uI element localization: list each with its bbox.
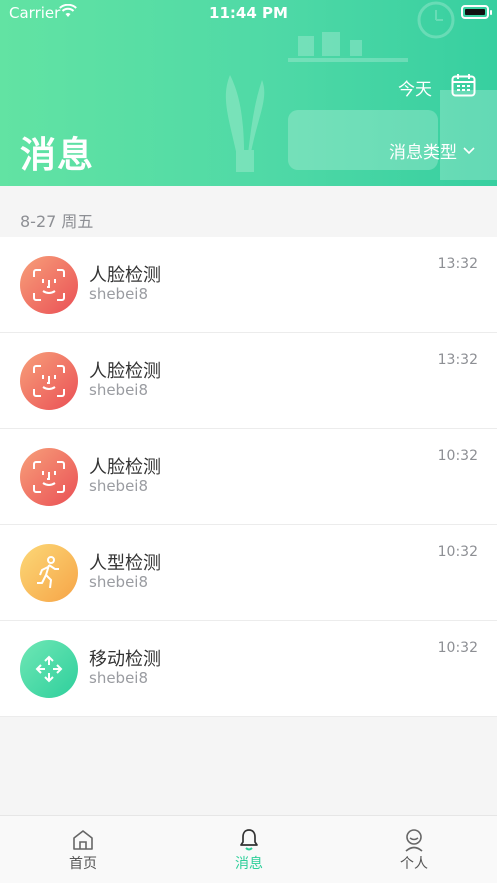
battery-icon <box>461 5 492 19</box>
chevron-down-icon <box>463 146 475 154</box>
tab-home[interactable]: 首页 <box>33 828 133 873</box>
header: Carrier 11:44 PM 今天 消息 消息类型 <box>0 0 497 186</box>
tab-bar: 首页 消息 个人 <box>0 815 497 883</box>
tab-profile[interactable]: 个人 <box>364 828 464 873</box>
message-item[interactable]: 人脸检测 shebei8 13:32 <box>0 333 497 429</box>
message-time: 10:32 <box>437 640 478 656</box>
date-group-header: 8-27 周五 <box>20 212 94 231</box>
calendar-icon[interactable] <box>451 73 476 97</box>
message-time: 10:32 <box>437 544 478 560</box>
message-title: 人脸检测 <box>89 361 161 382</box>
walking-person-icon <box>20 544 78 602</box>
status-bar: Carrier 11:44 PM <box>0 0 497 26</box>
bell-icon <box>240 829 258 851</box>
message-time: 13:32 <box>437 352 478 368</box>
message-time: 13:32 <box>437 256 478 272</box>
message-title: 人脸检测 <box>89 265 161 286</box>
device-name: shebei8 <box>89 573 149 591</box>
tab-messages[interactable]: 消息 <box>199 828 299 873</box>
tab-messages-label: 消息 <box>235 856 263 872</box>
device-name: shebei8 <box>89 669 149 687</box>
message-title: 移动检测 <box>89 649 161 670</box>
tab-profile-label: 个人 <box>400 856 428 872</box>
device-name: shebei8 <box>89 285 149 303</box>
user-icon <box>405 829 423 852</box>
device-name: shebei8 <box>89 381 149 399</box>
home-icon <box>73 830 93 850</box>
tab-home-label: 首页 <box>69 856 97 872</box>
clock-time: 11:44 PM <box>209 4 288 22</box>
message-type-filter[interactable]: 消息类型 <box>389 138 475 163</box>
message-type-label: 消息类型 <box>389 143 457 163</box>
face-scan-icon <box>20 256 78 314</box>
message-title: 人型检测 <box>89 553 161 574</box>
message-item[interactable]: 人脸检测 shebei8 10:32 <box>0 429 497 525</box>
message-list: 人脸检测 shebei8 13:32 人脸检测 shebei8 13:32 人脸… <box>0 237 497 717</box>
page-title: 消息 <box>20 135 95 176</box>
move-arrows-icon <box>20 640 78 698</box>
face-scan-icon <box>20 448 78 506</box>
face-scan-icon <box>20 352 78 410</box>
message-time: 10:32 <box>437 448 478 464</box>
today-button[interactable]: 今天 <box>398 75 432 100</box>
message-item[interactable]: 移动检测 shebei8 10:32 <box>0 621 497 717</box>
message-title: 人脸检测 <box>89 457 161 478</box>
message-item[interactable]: 人脸检测 shebei8 13:32 <box>0 237 497 333</box>
device-name: shebei8 <box>89 477 149 495</box>
message-item[interactable]: 人型检测 shebei8 10:32 <box>0 525 497 621</box>
